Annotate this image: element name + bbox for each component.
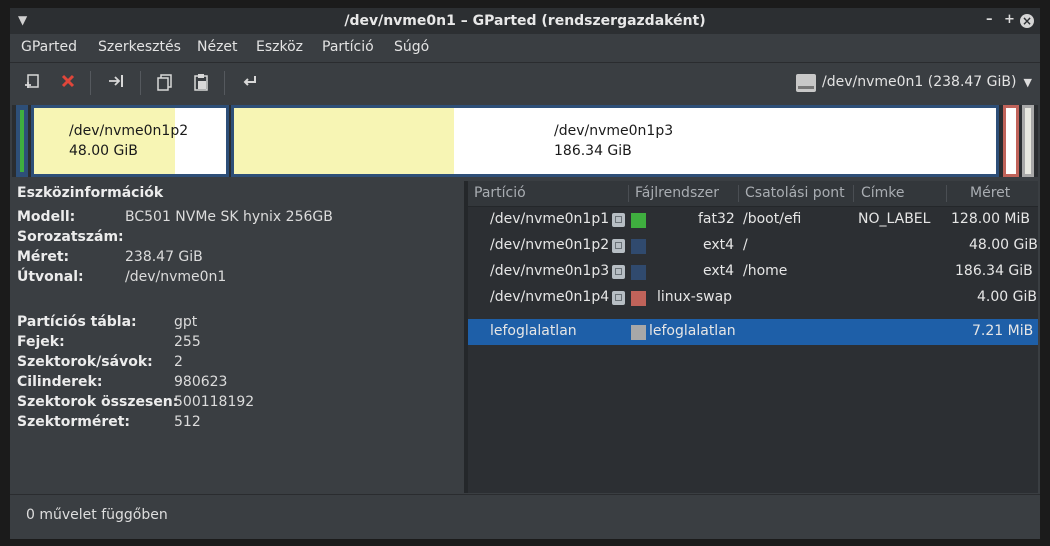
gparted-window: ▼ /dev/nvme0n1 – GParted (rendszergazdak…: [10, 8, 1040, 539]
lock-icon: [612, 265, 625, 279]
chevron-down-icon: ▼: [1023, 76, 1032, 89]
lock-icon: [612, 213, 625, 227]
column-mountpoint[interactable]: Csatolási pont: [745, 185, 845, 201]
fs-color-swatch: [631, 213, 646, 228]
title-bar: ▼ /dev/nvme0n1 – GParted (rendszergazdak…: [10, 8, 1040, 34]
table-row[interactable]: /dev/nvme0n1p4 linux-swap 4.00 GiB: [468, 285, 1038, 311]
status-bar: 0 művelet függőben: [10, 494, 1040, 539]
copy-icon[interactable]: [155, 73, 175, 93]
menu-device[interactable]: Eszköz: [256, 39, 303, 55]
column-label[interactable]: Címke: [861, 185, 905, 201]
device-info-header: Eszközinformációk: [17, 185, 164, 201]
table-row-selected[interactable]: lefoglalatlan lefoglalatlan 7.21 MiB: [468, 319, 1038, 345]
minimize-button[interactable]: –: [986, 12, 993, 27]
partition-block-p3[interactable]: /dev/nvme0n1p3 186.34 GiB: [231, 105, 999, 177]
window-title: /dev/nvme0n1 – GParted (rendszergazdakén…: [344, 13, 706, 29]
partition-block-p3-name: /dev/nvme0n1p3: [554, 123, 674, 139]
device-info-panel: Eszközinformációk Modell: BC501 NVMe SK h…: [12, 181, 464, 493]
maximize-button[interactable]: +: [1004, 12, 1015, 27]
partition-block-swap[interactable]: [1003, 105, 1019, 177]
fs-color-swatch: [631, 325, 646, 340]
menu-help[interactable]: Súgó: [394, 39, 429, 55]
table-header: Partíció Fájlrendszer Csatolási pont Cím…: [468, 181, 1038, 207]
delete-icon[interactable]: [58, 73, 78, 93]
device-selector[interactable]: /dev/nvme0n1 (238.47 GiB) ▼: [796, 71, 1036, 97]
new-partition-icon[interactable]: [22, 73, 42, 93]
table-row[interactable]: /dev/nvme0n1p3 ext4 /home 186.34 GiB: [468, 259, 1038, 285]
menu-view[interactable]: Nézet: [197, 39, 238, 55]
menu-bar: GParted Szerkesztés Nézet Eszköz Partíci…: [10, 34, 1040, 62]
fs-color-swatch: [631, 265, 646, 280]
fs-color-swatch: [631, 239, 646, 254]
partition-block-p3-size: 186.34 GiB: [554, 143, 632, 159]
toolbar: /dev/nvme0n1 (238.47 GiB) ▼: [10, 62, 1040, 103]
partition-block-p2-size: 48.00 GiB: [69, 143, 138, 159]
pending-operations-text: 0 művelet függőben: [26, 507, 168, 523]
resize-move-icon[interactable]: [107, 73, 127, 93]
partition-block-efi[interactable]: [16, 105, 28, 177]
lock-icon: [612, 291, 625, 305]
column-filesystem[interactable]: Fájlrendszer: [635, 185, 719, 201]
partition-block-p2[interactable]: /dev/nvme0n1p2 48.00 GiB: [31, 105, 229, 177]
partition-block-p2-name: /dev/nvme0n1p2: [69, 123, 189, 139]
device-selector-label: /dev/nvme0n1 (238.47 GiB): [822, 74, 1017, 90]
close-button[interactable]: ×: [1020, 14, 1034, 28]
fs-color-swatch: [631, 291, 646, 306]
undo-icon[interactable]: [240, 73, 260, 93]
partition-block-unallocated[interactable]: [1022, 105, 1034, 177]
menu-edit[interactable]: Szerkesztés: [98, 39, 181, 55]
table-row[interactable]: /dev/nvme0n1p2 ext4 / 48.00 GiB: [468, 233, 1038, 259]
partition-table: Partíció Fájlrendszer Csatolási pont Cím…: [468, 181, 1038, 493]
paste-icon[interactable]: [191, 73, 211, 93]
harddisk-icon: [796, 74, 816, 92]
menu-gparted[interactable]: GParted: [21, 39, 77, 55]
column-size[interactable]: Méret: [970, 185, 1010, 201]
partition-map: /dev/nvme0n1p2 48.00 GiB /dev/nvme0n1p3 …: [12, 105, 1038, 177]
lock-icon: [612, 239, 625, 253]
table-row[interactable]: /dev/nvme0n1p1 fat32 /boot/efi NO_LABEL …: [468, 207, 1038, 233]
menu-partition[interactable]: Partíció: [322, 39, 374, 55]
column-partition[interactable]: Partíció: [474, 185, 526, 201]
